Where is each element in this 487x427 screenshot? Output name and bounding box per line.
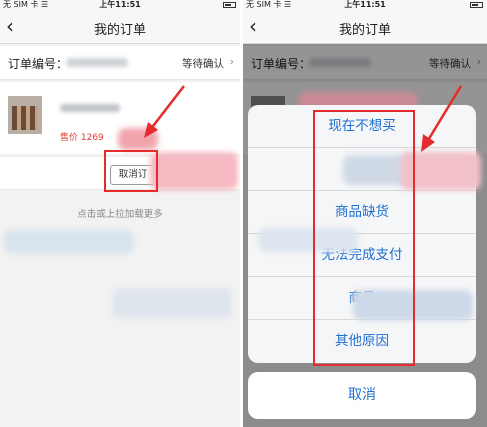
load-more-text[interactable]: 点击或上拉加载更多 (0, 206, 240, 220)
annotation-arrow-icon (421, 85, 463, 152)
page-title: 我的订单 (338, 23, 391, 38)
order-header-row[interactable]: 订单编号： 等待确认 › (0, 46, 240, 80)
clock: 上午11:51 (99, 0, 141, 9)
battery-icon (223, 2, 236, 8)
redaction-blob (112, 288, 232, 318)
cancel-reason-screen: 无 SIM 卡 ☰ 上午11:51 ‹ 我的订单 订单编号： 等待确认 › 现在… (243, 0, 487, 427)
annotation-highlight-box (313, 110, 415, 366)
status-bar: 无 SIM 卡 ☰ 上午11:51 (0, 0, 240, 10)
redaction-blob (150, 152, 238, 190)
product-price: 售价 1269 (60, 133, 104, 143)
page-title: 我的订单 (93, 23, 146, 38)
redaction-blob (4, 230, 134, 254)
battery-icon (470, 2, 483, 8)
product-name-redacted (60, 104, 120, 112)
order-status: 等待确认 (182, 58, 224, 70)
status-bar: 无 SIM 卡 ☰ 上午11:51 (243, 0, 487, 10)
action-sheet-cancel-button[interactable]: 取消 (248, 372, 476, 419)
annotation-arrow-icon (144, 85, 185, 138)
order-number-redacted (66, 58, 128, 67)
chevron-right-icon: › (229, 55, 234, 68)
annotation-highlight-box (104, 150, 158, 192)
clock: 上午11:51 (344, 0, 386, 9)
product-thumbnail (8, 96, 42, 134)
order-number-label: 订单编号： (8, 57, 69, 71)
nav-bar: ‹ 我的订单 (0, 10, 240, 44)
order-list-screen: 无 SIM 卡 ☰ 上午11:51 ‹ 我的订单 订单编号： 等待确认 › 售价… (0, 0, 240, 427)
nav-bar: ‹ 我的订单 (243, 10, 487, 44)
